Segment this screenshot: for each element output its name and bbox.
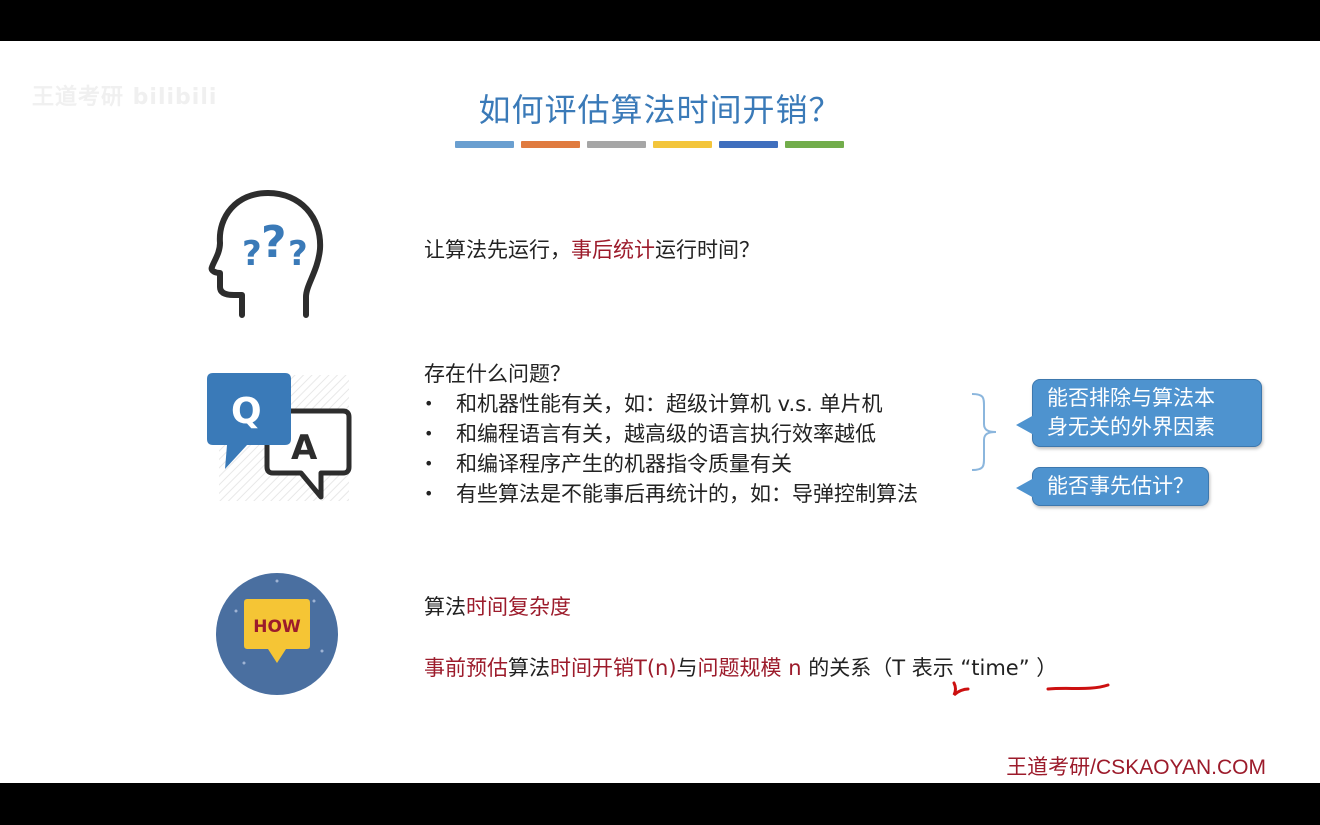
- svg-text:?: ?: [288, 234, 308, 274]
- callout1-line1: 能否排除与算法本: [1047, 386, 1215, 410]
- head-question-icon: ? ? ?: [208, 190, 324, 318]
- section3-line1-highlight: 时间复杂度: [466, 595, 571, 619]
- how-badge-icon: HOW: [216, 573, 338, 695]
- color-bar-6: [785, 141, 844, 148]
- section3-line2-part5: 问题规模 n: [697, 656, 802, 680]
- section1-text: 让算法先运行，事后统计运行时间？: [424, 234, 760, 264]
- list-item: 有些算法是不能事后再统计的，如：导弹控制算法: [424, 479, 918, 509]
- svg-text:Q: Q: [231, 391, 262, 432]
- footer-brand: 王道考研/CSKAOYAN.COM: [1006, 756, 1266, 779]
- section3-line2-part2: 算法: [508, 656, 550, 680]
- video-frame: 王道考研 bilibili 如何评估算法时间开销？ ? ? ? 让算法先运行，事…: [0, 0, 1320, 825]
- slide: 王道考研 bilibili 如何评估算法时间开销？ ? ? ? 让算法先运行，事…: [0, 41, 1320, 783]
- bracket-brace: [971, 393, 997, 471]
- color-bar-2: [521, 141, 580, 148]
- qa-bubbles-icon: A Q: [207, 373, 352, 501]
- section3-line2-part6: 的关系（T 表示 “time” ）: [801, 656, 1058, 680]
- section2-heading: 存在什么问题？: [424, 362, 571, 386]
- color-bar-3: [587, 141, 646, 148]
- color-bar-1: [455, 141, 514, 148]
- issue-list: 和机器性能有关，如：超级计算机 v.s. 单片机 和编程语言有关，越高级的语言执…: [424, 389, 918, 509]
- title-color-bars: [455, 141, 844, 148]
- section2-block: 存在什么问题？ 和机器性能有关，如：超级计算机 v.s. 单片机 和编程语言有关…: [424, 359, 918, 509]
- callout2-text: 能否事先估计？: [1047, 474, 1194, 498]
- slide-title: 如何评估算法时间开销？: [478, 91, 842, 129]
- color-bar-5: [719, 141, 778, 148]
- section3-line2-part1: 事前预估: [424, 656, 508, 680]
- section1-text-pre: 让算法先运行，: [424, 238, 571, 262]
- list-item: 和编程语言有关，越高级的语言执行效率越低: [424, 419, 918, 449]
- callout-external-factors: 能否排除与算法本 身无关的外界因素: [1016, 379, 1262, 447]
- list-item: 和编译程序产生的机器指令质量有关: [424, 449, 918, 479]
- section3-line2-part3: 时间开销T(n): [550, 656, 677, 680]
- section3-line2-part4: 与: [676, 656, 698, 680]
- list-item: 和机器性能有关，如：超级计算机 v.s. 单片机: [424, 389, 918, 419]
- annotation-underlines: [952, 681, 1110, 697]
- color-bar-4: [653, 141, 712, 148]
- svg-text:?: ?: [242, 234, 262, 274]
- callout-estimate-in-advance: 能否事先估计？: [1016, 467, 1209, 506]
- section3-line1-pre: 算法: [424, 595, 466, 619]
- section1-text-post: 运行时间？: [655, 238, 760, 262]
- section3-line1: 算法时间复杂度: [424, 591, 571, 621]
- section3-line2: 事前预估算法时间开销T(n)与问题规模 n 的关系（T 表示 “time” ）: [424, 652, 1057, 682]
- callout1-line2: 身无关的外界因素: [1047, 415, 1215, 439]
- svg-text:?: ?: [261, 217, 287, 268]
- svg-text:A: A: [291, 428, 318, 468]
- how-label: HOW: [253, 617, 301, 637]
- section1-text-highlight: 事后统计: [571, 238, 655, 262]
